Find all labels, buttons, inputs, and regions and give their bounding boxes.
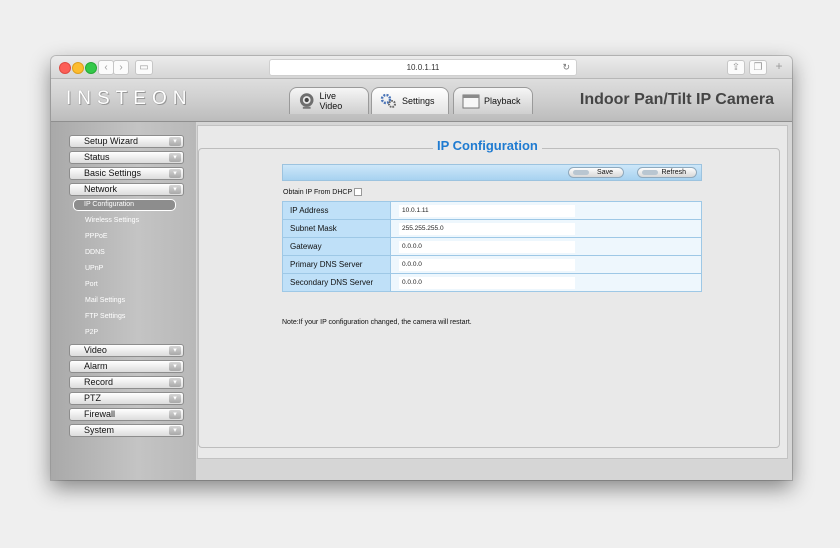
menu-system[interactable]: System ▾: [69, 424, 184, 437]
minimize-window-button[interactable]: [72, 62, 84, 74]
share-icon[interactable]: ⇪: [727, 60, 745, 75]
tab-playback[interactable]: Playback: [453, 87, 533, 114]
dhcp-row: Obtain IP From DHCP: [283, 188, 363, 196]
address-bar[interactable]: 10.0.1.11 ↻: [269, 59, 577, 76]
menu-ptz[interactable]: PTZ ▾: [69, 392, 184, 405]
table-row: IP Address 10.0.1.11: [282, 201, 702, 220]
app-header: INSTEON Live Video Settings Playback Ind…: [51, 79, 792, 122]
field-label: Secondary DNS Server: [282, 273, 391, 292]
tab-label: Playback: [484, 96, 521, 106]
sidebar-item-ddns[interactable]: DDNS: [85, 248, 105, 257]
new-tab-icon[interactable]: +: [773, 60, 785, 73]
close-window-button[interactable]: [59, 62, 71, 74]
chevron-down-icon: ▾: [169, 137, 181, 146]
chevron-down-icon: ▾: [169, 153, 181, 162]
save-button[interactable]: Save: [568, 167, 624, 178]
menu-label: Video: [84, 345, 107, 355]
menu-basic-settings[interactable]: Basic Settings ▾: [69, 167, 184, 180]
browser-window: ‹ › ▭ 10.0.1.11 ↻ ⇪ ❐ + INSTEON Live Vid…: [51, 56, 792, 480]
webcam-icon: [299, 93, 314, 109]
zoom-window-button[interactable]: [85, 62, 97, 74]
table-row: Primary DNS Server 0.0.0.0: [282, 255, 702, 274]
save-label: Save: [597, 169, 613, 176]
field-label: IP Address: [282, 201, 391, 220]
menu-label: Setup Wizard: [84, 136, 139, 146]
ip-config-table: IP Address 10.0.1.11 Subnet Mask 255.255…: [282, 201, 702, 292]
field-label: Subnet Mask: [282, 219, 391, 238]
sidebar-item-upnp[interactable]: UPnP: [85, 264, 103, 273]
sidebar-item-mail-settings[interactable]: Mail Settings: [85, 296, 125, 305]
sidebar-item-port[interactable]: Port: [85, 280, 98, 289]
chevron-down-icon: ▾: [169, 378, 181, 387]
chevron-down-icon: ▾: [169, 426, 181, 435]
sidebar-item-p2p[interactable]: P2P: [85, 328, 98, 337]
tab-live-video[interactable]: Live Video: [289, 87, 369, 114]
reload-icon[interactable]: ↻: [562, 60, 570, 75]
menu-label: Firewall: [84, 409, 116, 419]
sidebar-item-ip-configuration[interactable]: IP Configuration: [73, 199, 176, 211]
chevron-down-icon: ▾: [169, 346, 181, 355]
tabs-icon[interactable]: ❐: [749, 60, 767, 75]
chevron-down-icon: ▾: [169, 185, 181, 194]
url-text: 10.0.1.11: [406, 63, 440, 72]
refresh-icon: [642, 170, 658, 175]
menu-network[interactable]: Network ▾: [69, 183, 184, 196]
secondary-dns-input[interactable]: 0.0.0.0: [399, 276, 575, 289]
tab-label: Settings: [402, 96, 435, 106]
ip-address-input[interactable]: 10.0.1.11: [399, 204, 575, 217]
refresh-label: Refresh: [661, 169, 686, 176]
sidebar-item-ftp-settings[interactable]: FTP Settings: [85, 312, 125, 321]
menu-alarm[interactable]: Alarm ▾: [69, 360, 184, 373]
page-title: IP Configuration: [433, 138, 542, 153]
menu-firewall[interactable]: Firewall ▾: [69, 408, 184, 421]
menu-label: Alarm: [84, 361, 108, 371]
save-icon: [573, 170, 589, 175]
table-row: Gateway 0.0.0.0: [282, 237, 702, 256]
primary-dns-input[interactable]: 0.0.0.0: [399, 258, 575, 271]
tab-settings[interactable]: Settings: [371, 87, 449, 114]
menu-video[interactable]: Video ▾: [69, 344, 184, 357]
main-area: Setup Wizard ▾ Status ▾ Basic Settings ▾…: [51, 122, 792, 480]
sidebar-item-wireless-settings[interactable]: Wireless Settings: [85, 216, 139, 225]
chevron-down-icon: ▾: [169, 394, 181, 403]
restart-note: Note:If your IP configuration changed, t…: [282, 319, 472, 326]
menu-label: Status: [84, 152, 110, 162]
tab-label: Live Video: [319, 91, 343, 111]
menu-label: System: [84, 425, 115, 435]
product-title: Indoor Pan/Tilt IP Camera: [579, 91, 774, 108]
dhcp-label: Obtain IP From DHCP: [283, 188, 353, 196]
action-toolbar: Save Refresh: [282, 164, 702, 181]
film-icon: [462, 94, 480, 109]
sidebar-item-pppoe[interactable]: PPPoE: [85, 232, 108, 241]
gears-icon: [380, 93, 396, 108]
browser-toolbar: ‹ › ▭ 10.0.1.11 ↻ ⇪ ❐ +: [51, 56, 792, 79]
menu-label: Record: [84, 377, 114, 387]
menu-record[interactable]: Record ▾: [69, 376, 184, 389]
field-label: Gateway: [282, 237, 391, 256]
menu-label: PTZ: [84, 393, 101, 403]
back-arrow-icon[interactable]: ‹: [98, 60, 114, 75]
content-panel: IP Configuration Save Refresh Obtain IP …: [197, 125, 788, 459]
gateway-input[interactable]: 0.0.0.0: [399, 240, 575, 253]
field-label: Primary DNS Server: [282, 255, 391, 274]
menu-label: Basic Settings: [84, 168, 142, 178]
chevron-down-icon: ▾: [169, 410, 181, 419]
table-row: Subnet Mask 255.255.255.0: [282, 219, 702, 238]
chevron-down-icon: ▾: [169, 169, 181, 178]
refresh-button[interactable]: Refresh: [637, 167, 697, 178]
sidebar: Setup Wizard ▾ Status ▾ Basic Settings ▾…: [51, 122, 196, 480]
table-row: Secondary DNS Server 0.0.0.0: [282, 273, 702, 292]
menu-setup-wizard[interactable]: Setup Wizard ▾: [69, 135, 184, 148]
forward-arrow-icon[interactable]: ›: [113, 60, 129, 75]
insteon-logo: INSTEON: [66, 88, 193, 109]
dhcp-checkbox[interactable]: [354, 188, 363, 196]
chevron-down-icon: ▾: [169, 362, 181, 371]
subnet-mask-input[interactable]: 255.255.255.0: [399, 222, 575, 235]
menu-label: Network: [84, 184, 118, 194]
menu-status[interactable]: Status ▾: [69, 151, 184, 164]
sidebar-toggle-icon[interactable]: ▭: [135, 60, 153, 75]
